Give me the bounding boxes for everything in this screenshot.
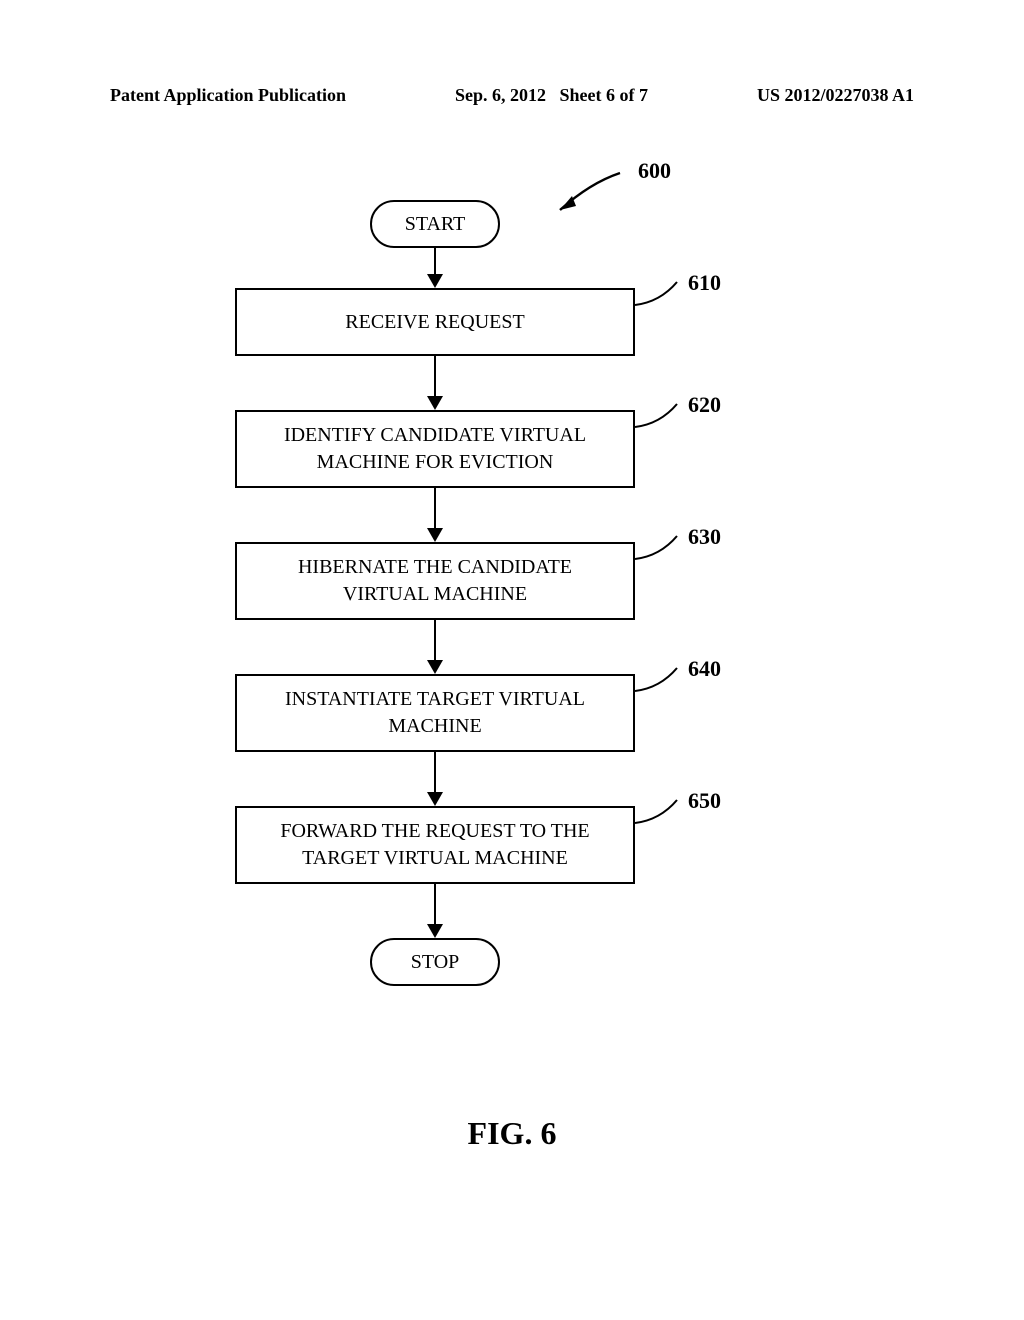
step-620-box: IDENTIFY CANDIDATE VIRTUAL MACHINE FOR E… (235, 410, 635, 488)
step-650-text: FORWARD THE REQUEST TO THE TARGET VIRTUA… (280, 818, 589, 872)
header-publication-type: Patent Application Publication (110, 85, 346, 106)
figure-ref-label: 600 (638, 158, 671, 184)
figure-ref-arrow (550, 168, 630, 218)
arrow-head-start-to-610 (427, 274, 443, 288)
arrow-head-640-to-650 (427, 792, 443, 806)
step-650-box: FORWARD THE REQUEST TO THE TARGET VIRTUA… (235, 806, 635, 884)
step-610-connector (635, 280, 685, 315)
header-date: Sep. 6, 2012 (455, 85, 546, 105)
arrow-620-to-630 (434, 488, 436, 530)
arrow-610-to-620 (434, 356, 436, 398)
stop-terminal: STOP (370, 938, 500, 986)
step-610-box: RECEIVE REQUEST (235, 288, 635, 356)
step-650-connector (635, 798, 685, 833)
step-640-connector (635, 666, 685, 701)
step-640-text: INSTANTIATE TARGET VIRTUAL MACHINE (285, 686, 585, 740)
arrow-start-to-610 (434, 248, 436, 276)
arrow-640-to-650 (434, 752, 436, 794)
header-sheet: Sheet 6 of 7 (560, 85, 649, 105)
step-630-connector (635, 534, 685, 569)
arrow-650-to-stop (434, 884, 436, 926)
flowchart-diagram: 600 START RECEIVE REQUEST 610 IDENTIFY C… (0, 140, 1024, 1140)
step-630-ref: 630 (688, 524, 721, 550)
step-620-connector (635, 402, 685, 437)
step-630-box: HIBERNATE THE CANDIDATE VIRTUAL MACHINE (235, 542, 635, 620)
step-620-ref: 620 (688, 392, 721, 418)
header-date-sheet: Sep. 6, 2012 Sheet 6 of 7 (455, 85, 648, 106)
step-640-ref: 640 (688, 656, 721, 682)
header-pub-number: US 2012/0227038 A1 (757, 85, 914, 106)
arrow-head-650-to-stop (427, 924, 443, 938)
arrow-630-to-640 (434, 620, 436, 662)
step-630-text: HIBERNATE THE CANDIDATE VIRTUAL MACHINE (298, 554, 572, 608)
figure-label: FIG. 6 (0, 1115, 1024, 1152)
step-650-ref: 650 (688, 788, 721, 814)
step-620-text: IDENTIFY CANDIDATE VIRTUAL MACHINE FOR E… (284, 422, 586, 476)
arrow-head-620-to-630 (427, 528, 443, 542)
step-640-box: INSTANTIATE TARGET VIRTUAL MACHINE (235, 674, 635, 752)
start-terminal: START (370, 200, 500, 248)
start-label: START (405, 213, 466, 236)
step-610-ref: 610 (688, 270, 721, 296)
page-header: Patent Application Publication Sep. 6, 2… (110, 85, 914, 106)
step-610-text: RECEIVE REQUEST (345, 309, 524, 336)
stop-label: STOP (411, 951, 460, 974)
arrow-head-610-to-620 (427, 396, 443, 410)
arrow-head-630-to-640 (427, 660, 443, 674)
